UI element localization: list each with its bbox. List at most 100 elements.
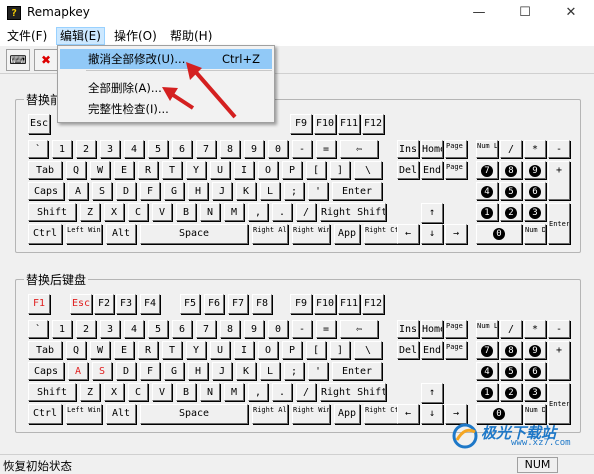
key-8[interactable]: 8	[500, 341, 522, 359]
key-f7[interactable]: F7	[228, 294, 248, 314]
key-sym[interactable]: '	[308, 182, 328, 200]
key-j[interactable]: J	[212, 182, 232, 200]
key-1[interactable]: 1	[476, 203, 498, 221]
key-z[interactable]: Z	[80, 383, 100, 401]
key-6[interactable]: 6	[524, 182, 546, 200]
key-n[interactable]: N	[200, 203, 220, 221]
key-right-alt[interactable]: Right Alt	[252, 224, 288, 244]
key-5[interactable]: 5	[148, 320, 168, 338]
key-l[interactable]: L	[260, 362, 280, 380]
key-enter[interactable]: Enter	[332, 182, 382, 200]
key-ins[interactable]: Ins	[397, 140, 419, 158]
key-page-down[interactable]: Page Down	[445, 161, 467, 179]
key-6[interactable]: 6	[172, 320, 192, 338]
key-q[interactable]: Q	[66, 341, 86, 359]
key-0[interactable]: 0	[268, 320, 288, 338]
key-s[interactable]: S	[92, 182, 112, 200]
key-o[interactable]: O	[258, 341, 278, 359]
key-del[interactable]: Del	[397, 161, 419, 179]
key-6[interactable]: 6	[524, 362, 546, 380]
key-i[interactable]: I	[234, 341, 254, 359]
key-b[interactable]: B	[176, 203, 196, 221]
key-e[interactable]: E	[114, 161, 134, 179]
key-sym-right[interactable]: →	[445, 224, 467, 244]
key-end[interactable]: End	[421, 341, 443, 359]
key-sym-up[interactable]: ↑	[421, 383, 443, 403]
key-left-windows[interactable]: Left Windows	[66, 404, 102, 424]
key-sym[interactable]: '	[308, 362, 328, 380]
key-sym[interactable]: =	[316, 320, 336, 338]
key-sym[interactable]: `	[28, 140, 48, 158]
key-7[interactable]: 7	[476, 341, 498, 359]
key-7[interactable]: 7	[196, 320, 216, 338]
menu-operate[interactable]: 操作(O)	[111, 27, 160, 45]
key-4[interactable]: 4	[476, 182, 498, 200]
key-z[interactable]: Z	[80, 203, 100, 221]
key-sym[interactable]: /	[296, 203, 316, 221]
key-sym[interactable]: ,	[248, 383, 268, 401]
key-sym[interactable]: +	[548, 161, 570, 200]
delete-button[interactable]: ✖	[34, 49, 58, 71]
key-num-lock[interactable]: Num Lock	[476, 320, 498, 338]
menu-edit[interactable]: 编辑(E)	[56, 27, 105, 45]
key-sym[interactable]: *	[524, 140, 546, 158]
key-sym[interactable]: ⇦	[340, 140, 378, 158]
key-caps[interactable]: Caps	[28, 362, 64, 380]
key-4[interactable]: 4	[124, 320, 144, 338]
key-page-down[interactable]: Page Down	[445, 341, 467, 359]
key-1[interactable]: 1	[476, 383, 498, 401]
key-f11[interactable]: F11	[338, 294, 360, 314]
key-shift[interactable]: Shift	[28, 383, 76, 401]
key-x[interactable]: X	[104, 383, 124, 401]
key-sym[interactable]: *	[524, 320, 546, 338]
key-0[interactable]: 0	[476, 224, 522, 244]
key-f12[interactable]: F12	[362, 294, 384, 314]
key-q[interactable]: Q	[66, 161, 86, 179]
key-k[interactable]: K	[236, 362, 256, 380]
key-w[interactable]: W	[90, 341, 110, 359]
keyboard-button[interactable]: ⌨	[6, 49, 30, 71]
key-f11[interactable]: F11	[338, 114, 360, 134]
key-t[interactable]: T	[162, 161, 182, 179]
key-j[interactable]: J	[212, 362, 232, 380]
key-r[interactable]: R	[138, 161, 158, 179]
key-sym-left[interactable]: ←	[397, 404, 419, 424]
key-f12[interactable]: F12	[362, 114, 384, 134]
menu-help[interactable]: 帮助(H)	[167, 27, 215, 45]
key-5[interactable]: 5	[500, 362, 522, 380]
key-ctrl[interactable]: Ctrl	[28, 404, 62, 424]
key-esc-remap[interactable]: Esc	[70, 294, 92, 314]
key-sym[interactable]: \	[354, 341, 382, 359]
key-enter[interactable]: Enter	[332, 362, 382, 380]
key-u[interactable]: U	[210, 341, 230, 359]
key-9[interactable]: 9	[244, 140, 264, 158]
key-page-up[interactable]: Page Up	[445, 320, 467, 338]
key-u[interactable]: U	[210, 161, 230, 179]
key-e[interactable]: E	[114, 341, 134, 359]
key-sym[interactable]: -	[292, 320, 312, 338]
key-f5[interactable]: F5	[180, 294, 200, 314]
key-alt[interactable]: Alt	[106, 404, 136, 424]
key-f4[interactable]: F4	[140, 294, 160, 314]
key-end[interactable]: End	[421, 161, 443, 179]
key-caps[interactable]: Caps	[28, 182, 64, 200]
key-sym[interactable]: -	[548, 140, 570, 158]
key-y[interactable]: Y	[186, 341, 206, 359]
minimize-button[interactable]: —	[456, 0, 502, 26]
key-sym[interactable]: \	[354, 161, 382, 179]
key-4[interactable]: 4	[476, 362, 498, 380]
key-3[interactable]: 3	[100, 140, 120, 158]
undo-all-changes-item[interactable]: 撤消全部修改(U)... Ctrl+Z	[60, 49, 272, 69]
key-g[interactable]: G	[164, 362, 184, 380]
key-sym[interactable]: [	[306, 341, 326, 359]
key-3[interactable]: 3	[524, 383, 546, 401]
key-8[interactable]: 8	[500, 161, 522, 179]
key-left-windows[interactable]: Left Windows	[66, 224, 102, 244]
key-p[interactable]: P	[282, 341, 302, 359]
key-num-del[interactable]: Num Del	[524, 224, 546, 244]
key-x[interactable]: X	[104, 203, 124, 221]
key-sym[interactable]: .	[272, 383, 292, 401]
key-o[interactable]: O	[258, 161, 278, 179]
key-v[interactable]: V	[152, 203, 172, 221]
key-c[interactable]: C	[128, 383, 148, 401]
